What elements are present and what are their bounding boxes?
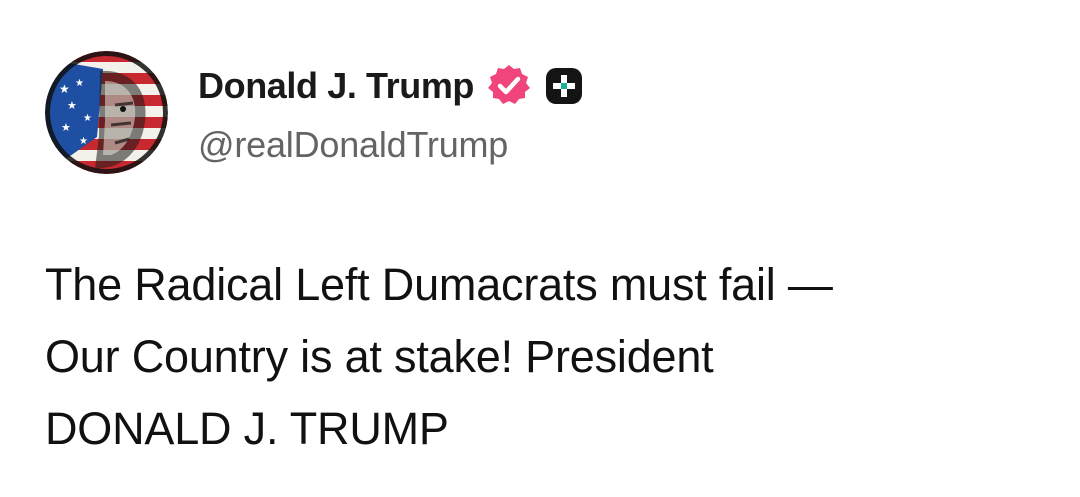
avatar[interactable]: ★ ★ ★ ★ ★ ★ <box>45 51 168 174</box>
post-text-line: Our Country is at stake! President <box>45 331 714 382</box>
post-text-line: DONALD J. TRUMP <box>45 403 449 454</box>
flag-portrait-avatar-icon: ★ ★ ★ ★ ★ ★ <box>45 51 168 174</box>
post-text-line: The Radical Left Dumacrats must fail — <box>45 259 833 310</box>
svg-text:★: ★ <box>79 136 88 147</box>
svg-text:★: ★ <box>75 78 84 89</box>
post-text: The Radical Left Dumacrats must fail — O… <box>45 249 1035 465</box>
plus-badge-icon <box>544 66 584 106</box>
svg-text:★: ★ <box>83 113 92 124</box>
svg-text:★: ★ <box>59 82 70 96</box>
verified-badge-icon <box>486 63 532 109</box>
user-handle[interactable]: @realDonaldTrump <box>198 124 508 166</box>
svg-text:★: ★ <box>67 99 77 112</box>
svg-text:★: ★ <box>61 121 71 134</box>
display-name[interactable]: Donald J. Trump <box>198 65 474 107</box>
post-card: ★ ★ ★ ★ ★ ★ Donald J. Trump @realDonaldT… <box>0 0 1080 497</box>
author-row: Donald J. Trump <box>198 63 584 109</box>
